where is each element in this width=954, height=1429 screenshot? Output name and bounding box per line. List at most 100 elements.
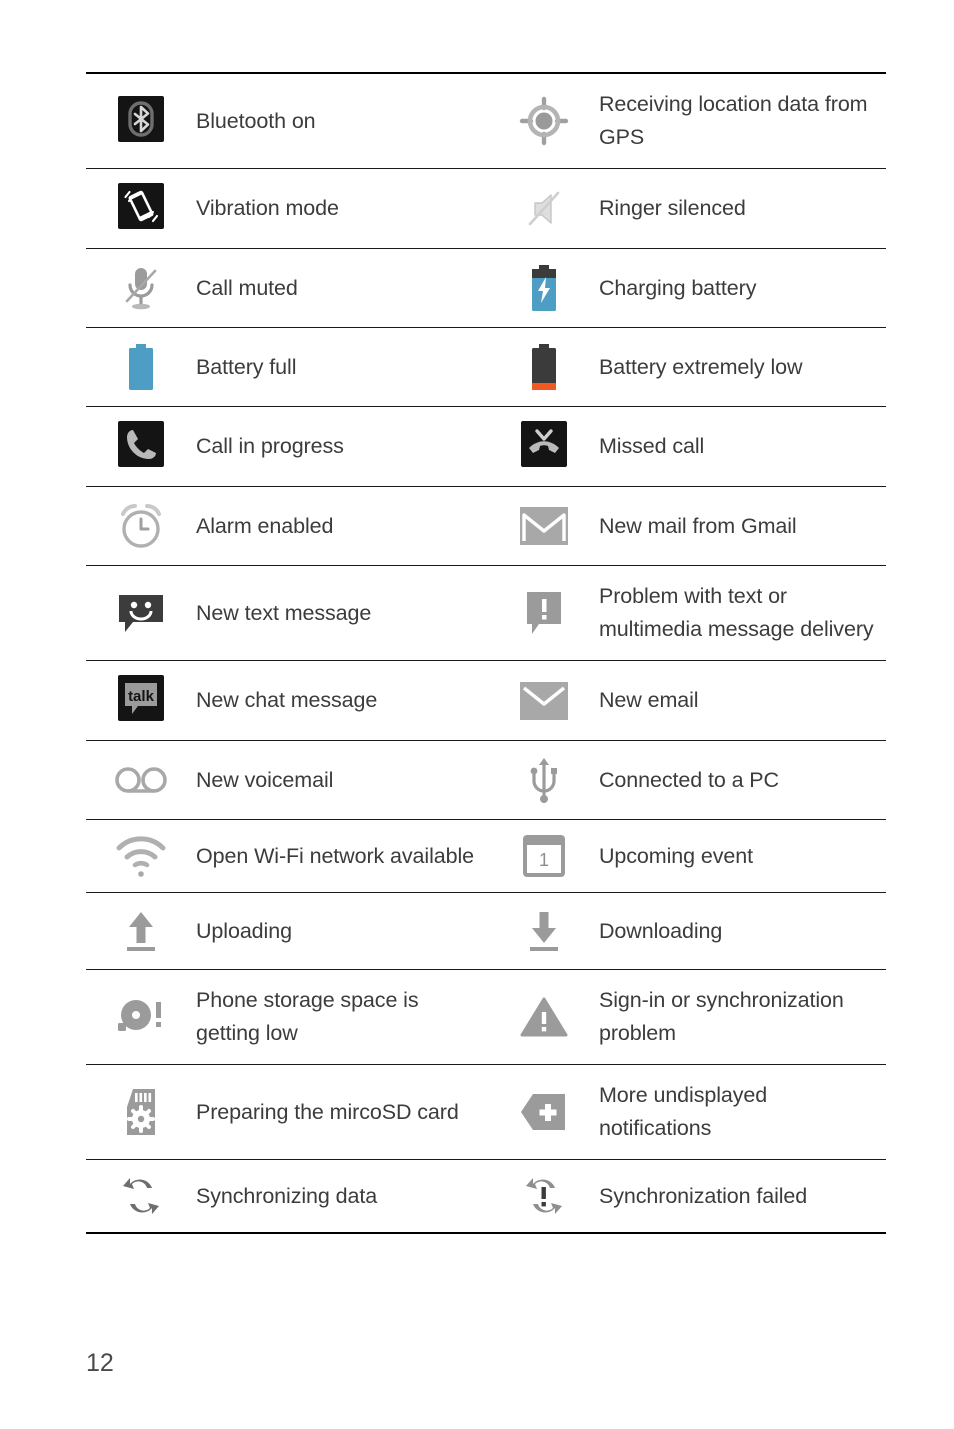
icon-cell — [489, 661, 599, 741]
table-row: Alarm enabled New mail from Gmail — [86, 487, 886, 566]
row-label: Synchronizing data — [196, 1183, 378, 1208]
icon-cell — [489, 73, 599, 169]
icon-cell — [489, 1160, 599, 1234]
icon-cell — [86, 487, 196, 566]
label-cell: Receiving location data from GPS — [599, 73, 886, 169]
sync-problem-warning-icon — [520, 995, 568, 1039]
row-label: New chat message — [196, 688, 378, 712]
label-cell: Problem with text or multimedia message … — [599, 566, 886, 661]
row-label: Downloading — [599, 918, 723, 943]
missed-call-icon — [521, 421, 567, 472]
label-cell: Connected to a PC — [599, 741, 886, 820]
svg-text:talk: talk — [128, 688, 155, 705]
battery-full-icon — [124, 342, 158, 392]
table-row: Phone storage space is getting low Sign-… — [86, 970, 886, 1065]
row-label: Sign-in or synchronization problem — [599, 988, 844, 1045]
message-delivery-problem-icon — [523, 588, 565, 638]
table-row: New text message Problem with text or mu… — [86, 566, 886, 661]
label-cell: Battery extremely low — [599, 328, 886, 407]
label-cell: Alarm enabled — [196, 487, 489, 566]
call-muted-icon — [117, 263, 165, 313]
icon-cell — [86, 407, 196, 487]
vibration-mode-icon — [118, 183, 164, 234]
row-label: Bluetooth on — [196, 108, 316, 133]
icon-cell — [489, 1065, 599, 1160]
icon-cell — [489, 328, 599, 407]
call-in-progress-icon — [118, 421, 164, 472]
label-cell: Downloading — [599, 893, 886, 970]
row-label: Battery full — [196, 354, 297, 379]
icon-cell — [86, 893, 196, 970]
row-label: Call muted — [196, 275, 298, 300]
row-label: Phone storage space is getting low — [196, 988, 419, 1045]
label-cell: New mail from Gmail — [599, 487, 886, 566]
label-cell: Upcoming event — [599, 820, 886, 893]
downloading-icon — [526, 907, 562, 955]
row-label: New voicemail — [196, 767, 334, 792]
row-label: Ringer silenced — [599, 196, 746, 220]
row-label: Battery extremely low — [599, 354, 803, 379]
icon-cell — [86, 1160, 196, 1234]
table-row: Preparing the mircoSD card More undispla… — [86, 1065, 886, 1160]
table-row: Vibration mode Ringer silenced — [86, 169, 886, 249]
label-cell: Uploading — [196, 893, 489, 970]
label-cell: Call in progress — [196, 407, 489, 487]
label-cell: Preparing the mircoSD card — [196, 1065, 489, 1160]
table-row: Open Wi-Fi network available 1 Upcoming … — [86, 820, 886, 893]
icon-cell — [489, 566, 599, 661]
gps-location-icon — [518, 95, 570, 147]
icon-cell — [86, 741, 196, 820]
manual-page: Bluetooth on Receiving location data fro… — [0, 0, 954, 1429]
label-cell: Synchronization failed — [599, 1160, 886, 1234]
preparing-microsd-icon — [121, 1087, 161, 1137]
table-row: talk New chat message New email — [86, 661, 886, 741]
label-cell: Phone storage space is getting low — [196, 970, 489, 1065]
uploading-icon — [123, 907, 159, 955]
label-cell: More undisplayed notifications — [599, 1065, 886, 1160]
icon-cell: talk — [86, 661, 196, 741]
label-cell: Synchronizing data — [196, 1160, 489, 1234]
label-cell: Battery full — [196, 328, 489, 407]
row-label: New mail from Gmail — [599, 513, 797, 538]
gmail-icon — [520, 507, 568, 545]
page-number: 12 — [86, 1349, 114, 1377]
table-row: Call in progress Missed call — [86, 407, 886, 487]
icon-cell — [86, 1065, 196, 1160]
row-label: Preparing the mircoSD card — [196, 1099, 459, 1124]
icon-cell — [489, 487, 599, 566]
new-voicemail-icon — [113, 763, 169, 797]
row-label: Vibration mode — [196, 196, 339, 220]
label-cell: New chat message — [196, 661, 489, 741]
icon-cell — [489, 169, 599, 249]
label-cell: New text message — [196, 566, 489, 661]
usb-connected-icon — [526, 755, 562, 805]
row-label: Open Wi-Fi network available — [196, 843, 475, 868]
icon-cell: 1 — [489, 820, 599, 893]
label-cell: Open Wi-Fi network available — [196, 820, 489, 893]
row-label: Call in progress — [196, 434, 344, 458]
row-label: Upcoming event — [599, 843, 753, 868]
label-cell: Call muted — [196, 249, 489, 328]
svg-text:1: 1 — [539, 850, 549, 870]
charging-battery-icon — [527, 263, 561, 313]
row-label: Missed call — [599, 434, 705, 458]
icon-cell — [489, 893, 599, 970]
row-label: Problem with text or multimedia message … — [599, 584, 874, 641]
row-label: Uploading — [196, 918, 292, 943]
upcoming-event-icon: 1 — [522, 834, 566, 878]
icon-cell — [86, 328, 196, 407]
icon-cell — [489, 970, 599, 1065]
label-cell: Ringer silenced — [599, 169, 886, 249]
icon-cell — [86, 820, 196, 893]
icon-cell — [86, 566, 196, 661]
open-wifi-network-icon — [114, 834, 168, 878]
row-label: Synchronization failed — [599, 1183, 808, 1208]
bluetooth-on-icon — [118, 95, 164, 147]
label-cell: Vibration mode — [196, 169, 489, 249]
row-label: Connected to a PC — [599, 767, 779, 792]
row-label: Alarm enabled — [196, 513, 334, 538]
battery-extremely-low-icon — [527, 342, 561, 392]
icon-cell — [86, 73, 196, 169]
new-text-message-icon — [116, 590, 166, 636]
new-email-icon — [520, 681, 568, 720]
